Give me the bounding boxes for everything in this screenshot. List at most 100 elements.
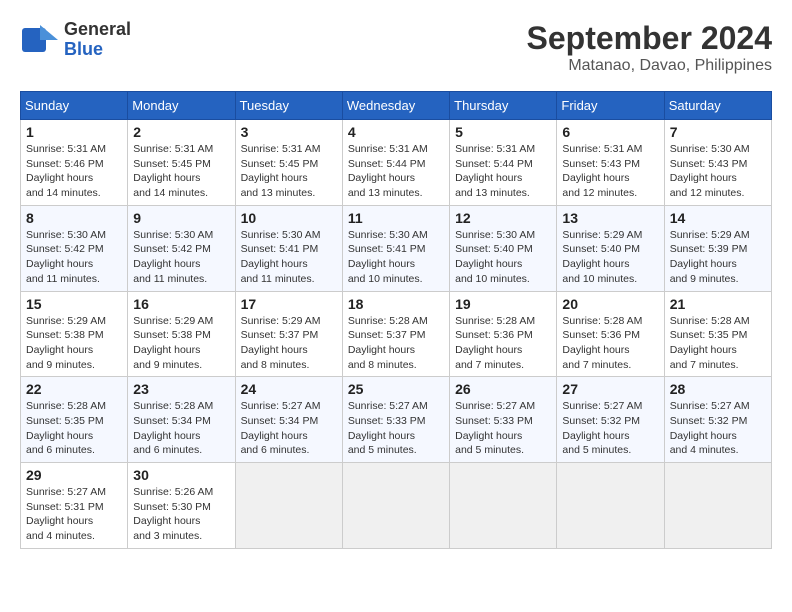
day-info: Sunrise: 5:28 AM Sunset: 5:36 PM Dayligh… <box>562 314 658 373</box>
calendar-cell <box>342 463 449 549</box>
calendar-week-row: 22 Sunrise: 5:28 AM Sunset: 5:35 PM Dayl… <box>21 377 772 463</box>
day-info: Sunrise: 5:27 AM Sunset: 5:32 PM Dayligh… <box>562 399 658 458</box>
calendar-cell <box>450 463 557 549</box>
logo-line1: General <box>64 20 131 40</box>
day-info: Sunrise: 5:31 AM Sunset: 5:46 PM Dayligh… <box>26 142 122 201</box>
calendar-cell: 19 Sunrise: 5:28 AM Sunset: 5:36 PM Dayl… <box>450 291 557 377</box>
day-info: Sunrise: 5:30 AM Sunset: 5:41 PM Dayligh… <box>348 228 444 287</box>
day-number: 13 <box>562 210 658 226</box>
day-info: Sunrise: 5:29 AM Sunset: 5:37 PM Dayligh… <box>241 314 337 373</box>
day-number: 28 <box>670 381 766 397</box>
day-info: Sunrise: 5:30 AM Sunset: 5:40 PM Dayligh… <box>455 228 551 287</box>
calendar-cell: 13 Sunrise: 5:29 AM Sunset: 5:40 PM Dayl… <box>557 205 664 291</box>
calendar-cell: 11 Sunrise: 5:30 AM Sunset: 5:41 PM Dayl… <box>342 205 449 291</box>
calendar-subtitle: Matanao, Davao, Philippines <box>527 57 772 75</box>
logo-line2: Blue <box>64 40 131 60</box>
calendar-cell: 3 Sunrise: 5:31 AM Sunset: 5:45 PM Dayli… <box>235 120 342 206</box>
day-info: Sunrise: 5:28 AM Sunset: 5:34 PM Dayligh… <box>133 399 229 458</box>
calendar-cell: 9 Sunrise: 5:30 AM Sunset: 5:42 PM Dayli… <box>128 205 235 291</box>
day-number: 25 <box>348 381 444 397</box>
day-number: 10 <box>241 210 337 226</box>
calendar-week-row: 8 Sunrise: 5:30 AM Sunset: 5:42 PM Dayli… <box>21 205 772 291</box>
calendar-cell: 2 Sunrise: 5:31 AM Sunset: 5:45 PM Dayli… <box>128 120 235 206</box>
day-info: Sunrise: 5:29 AM Sunset: 5:38 PM Dayligh… <box>26 314 122 373</box>
calendar-cell <box>557 463 664 549</box>
day-number: 19 <box>455 296 551 312</box>
calendar-week-row: 15 Sunrise: 5:29 AM Sunset: 5:38 PM Dayl… <box>21 291 772 377</box>
day-info: Sunrise: 5:28 AM Sunset: 5:37 PM Dayligh… <box>348 314 444 373</box>
calendar-cell <box>664 463 771 549</box>
day-number: 12 <box>455 210 551 226</box>
calendar-col-header: Sunday <box>21 92 128 120</box>
day-info: Sunrise: 5:27 AM Sunset: 5:31 PM Dayligh… <box>26 485 122 544</box>
calendar-cell: 23 Sunrise: 5:28 AM Sunset: 5:34 PM Dayl… <box>128 377 235 463</box>
day-info: Sunrise: 5:27 AM Sunset: 5:32 PM Dayligh… <box>670 399 766 458</box>
day-info: Sunrise: 5:31 AM Sunset: 5:45 PM Dayligh… <box>133 142 229 201</box>
calendar-col-header: Wednesday <box>342 92 449 120</box>
calendar-week-row: 1 Sunrise: 5:31 AM Sunset: 5:46 PM Dayli… <box>21 120 772 206</box>
logo: General Blue <box>20 20 131 60</box>
calendar-cell: 16 Sunrise: 5:29 AM Sunset: 5:38 PM Dayl… <box>128 291 235 377</box>
day-info: Sunrise: 5:27 AM Sunset: 5:34 PM Dayligh… <box>241 399 337 458</box>
day-info: Sunrise: 5:29 AM Sunset: 5:38 PM Dayligh… <box>133 314 229 373</box>
day-number: 26 <box>455 381 551 397</box>
calendar-cell: 17 Sunrise: 5:29 AM Sunset: 5:37 PM Dayl… <box>235 291 342 377</box>
day-number: 30 <box>133 467 229 483</box>
day-info: Sunrise: 5:28 AM Sunset: 5:35 PM Dayligh… <box>670 314 766 373</box>
calendar-cell: 14 Sunrise: 5:29 AM Sunset: 5:39 PM Dayl… <box>664 205 771 291</box>
day-number: 18 <box>348 296 444 312</box>
calendar-cell: 21 Sunrise: 5:28 AM Sunset: 5:35 PM Dayl… <box>664 291 771 377</box>
calendar-cell: 5 Sunrise: 5:31 AM Sunset: 5:44 PM Dayli… <box>450 120 557 206</box>
day-number: 5 <box>455 124 551 140</box>
calendar-col-header: Tuesday <box>235 92 342 120</box>
day-number: 27 <box>562 381 658 397</box>
day-number: 17 <box>241 296 337 312</box>
day-number: 21 <box>670 296 766 312</box>
calendar-cell: 18 Sunrise: 5:28 AM Sunset: 5:37 PM Dayl… <box>342 291 449 377</box>
day-number: 6 <box>562 124 658 140</box>
calendar-cell: 20 Sunrise: 5:28 AM Sunset: 5:36 PM Dayl… <box>557 291 664 377</box>
day-info: Sunrise: 5:31 AM Sunset: 5:44 PM Dayligh… <box>455 142 551 201</box>
calendar-cell <box>235 463 342 549</box>
day-info: Sunrise: 5:30 AM Sunset: 5:43 PM Dayligh… <box>670 142 766 201</box>
calendar-cell: 10 Sunrise: 5:30 AM Sunset: 5:41 PM Dayl… <box>235 205 342 291</box>
calendar-cell: 24 Sunrise: 5:27 AM Sunset: 5:34 PM Dayl… <box>235 377 342 463</box>
day-number: 1 <box>26 124 122 140</box>
calendar-cell: 28 Sunrise: 5:27 AM Sunset: 5:32 PM Dayl… <box>664 377 771 463</box>
calendar-cell: 29 Sunrise: 5:27 AM Sunset: 5:31 PM Dayl… <box>21 463 128 549</box>
calendar-header-row: SundayMondayTuesdayWednesdayThursdayFrid… <box>21 92 772 120</box>
calendar-table: SundayMondayTuesdayWednesdayThursdayFrid… <box>20 91 772 549</box>
day-number: 20 <box>562 296 658 312</box>
day-number: 22 <box>26 381 122 397</box>
day-number: 24 <box>241 381 337 397</box>
day-number: 14 <box>670 210 766 226</box>
calendar-cell: 8 Sunrise: 5:30 AM Sunset: 5:42 PM Dayli… <box>21 205 128 291</box>
title-block: September 2024 Matanao, Davao, Philippin… <box>527 20 772 75</box>
day-number: 29 <box>26 467 122 483</box>
day-number: 7 <box>670 124 766 140</box>
calendar-cell: 6 Sunrise: 5:31 AM Sunset: 5:43 PM Dayli… <box>557 120 664 206</box>
calendar-cell: 1 Sunrise: 5:31 AM Sunset: 5:46 PM Dayli… <box>21 120 128 206</box>
day-info: Sunrise: 5:31 AM Sunset: 5:45 PM Dayligh… <box>241 142 337 201</box>
day-info: Sunrise: 5:29 AM Sunset: 5:40 PM Dayligh… <box>562 228 658 287</box>
calendar-title: September 2024 <box>527 20 772 57</box>
calendar-cell: 26 Sunrise: 5:27 AM Sunset: 5:33 PM Dayl… <box>450 377 557 463</box>
calendar-col-header: Monday <box>128 92 235 120</box>
day-info: Sunrise: 5:28 AM Sunset: 5:35 PM Dayligh… <box>26 399 122 458</box>
calendar-cell: 4 Sunrise: 5:31 AM Sunset: 5:44 PM Dayli… <box>342 120 449 206</box>
day-info: Sunrise: 5:27 AM Sunset: 5:33 PM Dayligh… <box>455 399 551 458</box>
calendar-cell: 7 Sunrise: 5:30 AM Sunset: 5:43 PM Dayli… <box>664 120 771 206</box>
day-info: Sunrise: 5:30 AM Sunset: 5:42 PM Dayligh… <box>26 228 122 287</box>
day-number: 3 <box>241 124 337 140</box>
calendar-col-header: Thursday <box>450 92 557 120</box>
calendar-cell: 25 Sunrise: 5:27 AM Sunset: 5:33 PM Dayl… <box>342 377 449 463</box>
page-header: General Blue September 2024 Matanao, Dav… <box>20 20 772 75</box>
day-info: Sunrise: 5:30 AM Sunset: 5:41 PM Dayligh… <box>241 228 337 287</box>
day-info: Sunrise: 5:31 AM Sunset: 5:44 PM Dayligh… <box>348 142 444 201</box>
day-info: Sunrise: 5:29 AM Sunset: 5:39 PM Dayligh… <box>670 228 766 287</box>
calendar-week-row: 29 Sunrise: 5:27 AM Sunset: 5:31 PM Dayl… <box>21 463 772 549</box>
calendar-cell: 27 Sunrise: 5:27 AM Sunset: 5:32 PM Dayl… <box>557 377 664 463</box>
day-info: Sunrise: 5:30 AM Sunset: 5:42 PM Dayligh… <box>133 228 229 287</box>
day-number: 15 <box>26 296 122 312</box>
calendar-cell: 15 Sunrise: 5:29 AM Sunset: 5:38 PM Dayl… <box>21 291 128 377</box>
